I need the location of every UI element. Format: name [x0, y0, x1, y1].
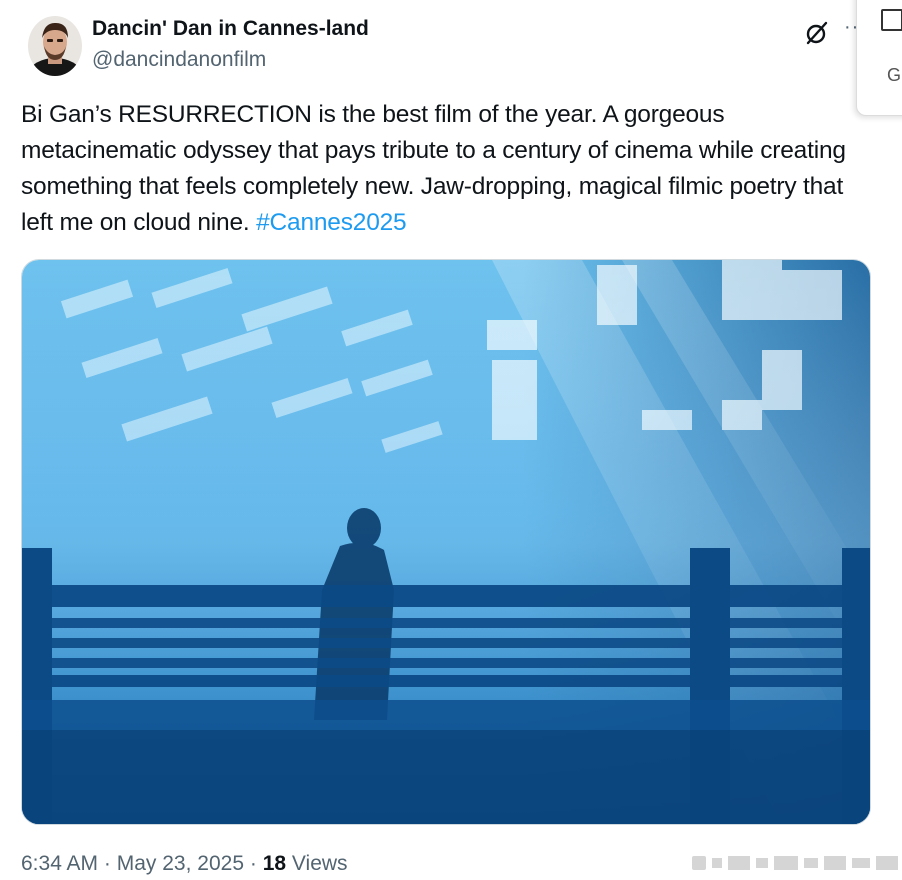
tweet-media-image[interactable] — [21, 259, 871, 825]
hashtag-link[interactable]: #Cannes2025 — [256, 209, 407, 236]
meta-separator: · — [103, 852, 111, 875]
views-label: Views — [291, 852, 348, 875]
film-still-image — [22, 260, 870, 824]
side-overlay-panel: G — [856, 0, 902, 116]
tweet-text: Bi Gan’s RESURRECTION is the best film o… — [21, 97, 851, 241]
views-count: 18 — [262, 852, 287, 875]
tweet-date[interactable]: May 23, 2025 — [117, 852, 244, 875]
author-name[interactable]: Dancin' Dan in Cannes-land — [92, 17, 369, 41]
checkbox[interactable] — [881, 9, 902, 31]
author-avatar[interactable] — [28, 16, 82, 76]
grok-icon[interactable] — [804, 20, 830, 46]
watermark-logo — [692, 856, 898, 870]
author-handle[interactable]: @dancindanonfilm — [92, 48, 266, 72]
avatar-image — [28, 16, 82, 76]
side-panel-letter: G — [887, 65, 902, 85]
meta-separator-2: · — [249, 852, 257, 875]
tweet-meta: 6:34 AM · May 23, 2025 · 18 Views — [21, 852, 348, 876]
tweet-body: Bi Gan’s RESURRECTION is the best film o… — [21, 101, 846, 236]
tweet-time[interactable]: 6:34 AM — [21, 852, 98, 875]
tweet-card: Dancin' Dan in Cannes-land @dancindanonf… — [0, 0, 902, 880]
